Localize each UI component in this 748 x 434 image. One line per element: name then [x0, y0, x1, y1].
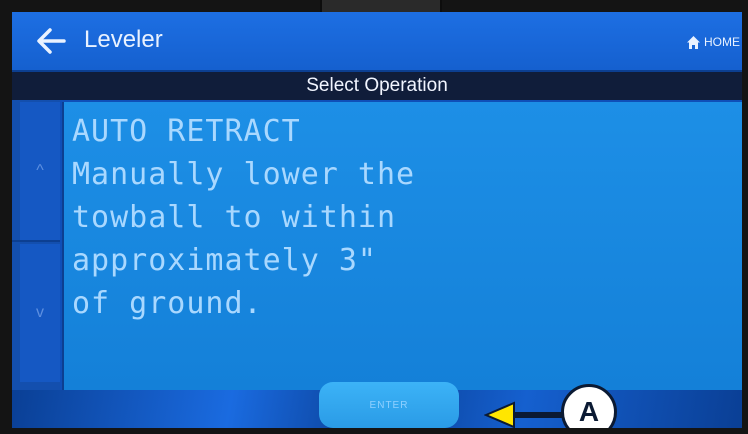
touch-screen: Leveler HOME Select Operation ^ v AUTO R… — [12, 12, 742, 428]
home-label: HOME — [704, 35, 740, 49]
home-icon — [686, 35, 701, 50]
message-line: AUTO RETRACT — [72, 114, 301, 149]
chevron-down-icon: v — [36, 304, 44, 321]
page-title: Leveler — [84, 26, 163, 53]
side-rail: ^ v — [12, 100, 60, 390]
message-panel: AUTO RETRACT Manually lower the towball … — [62, 102, 742, 390]
side-divider — [12, 240, 60, 242]
chevron-up-icon: ^ — [36, 162, 44, 179]
callout-letter: A — [578, 396, 600, 427]
subheader-bar: Select Operation — [12, 72, 742, 100]
arrow-left-icon[interactable] — [32, 22, 70, 60]
message-line: towball to within — [72, 200, 397, 235]
home-button[interactable]: HOME — [686, 32, 740, 52]
message-line: of ground. — [72, 286, 263, 321]
message-line: approximately 3" — [72, 243, 377, 278]
title-bar: Leveler HOME — [12, 12, 742, 72]
subheader-title: Select Operation — [306, 75, 448, 96]
message-line: Manually lower the — [72, 157, 416, 192]
scroll-up-button[interactable]: ^ — [20, 102, 60, 240]
enter-label: ENTER — [369, 399, 409, 411]
scroll-down-button[interactable]: v — [20, 244, 60, 382]
enter-button[interactable]: ENTER — [319, 382, 459, 428]
